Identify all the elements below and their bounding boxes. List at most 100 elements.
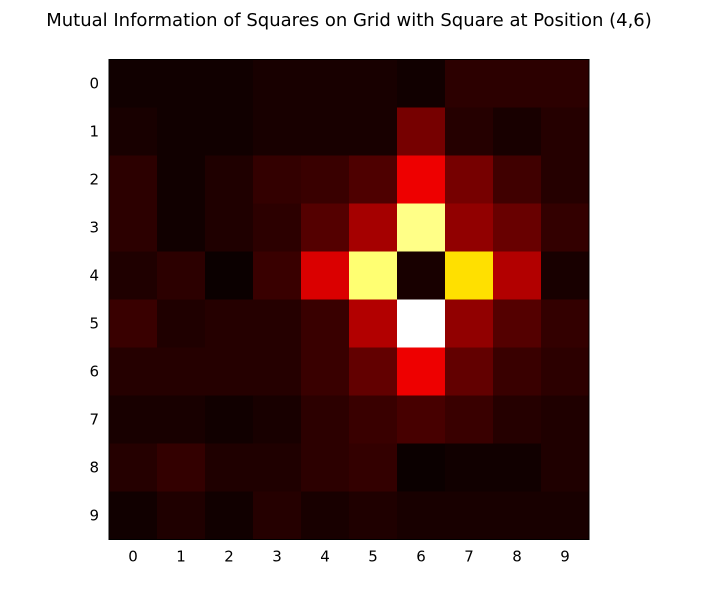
heatmap-cell (253, 443, 302, 492)
heatmap-cells (109, 59, 590, 540)
heatmap-cell (109, 203, 158, 252)
heatmap-cell (445, 155, 494, 204)
x-tick-label: 4 (320, 548, 330, 566)
x-tick-label: 0 (128, 548, 138, 566)
x-tick-label: 6 (416, 548, 426, 566)
heatmap-cell (349, 155, 398, 204)
heatmap-cell (109, 347, 158, 396)
x-tick-label: 1 (176, 548, 186, 566)
heatmap-cell (397, 59, 446, 108)
heatmap-cell (445, 491, 494, 540)
heatmap-cell (541, 107, 590, 156)
heatmap-cell (349, 491, 398, 540)
heatmap-cell (205, 59, 254, 108)
heatmap-cell (109, 299, 158, 348)
y-tick-label: 1 (89, 123, 99, 141)
heatmap-cell (349, 299, 398, 348)
heatmap-cell (253, 251, 302, 300)
heatmap-cell (493, 443, 542, 492)
heatmap-cell (157, 443, 206, 492)
heatmap-cell (541, 251, 590, 300)
y-tick-label: 6 (89, 363, 99, 381)
heatmap-cell (157, 155, 206, 204)
heatmap-cell (205, 347, 254, 396)
heatmap-cell (541, 59, 590, 108)
heatmap-cell (445, 347, 494, 396)
heatmap-cell (493, 299, 542, 348)
heatmap-cell (301, 107, 350, 156)
y-tick-label: 2 (89, 171, 99, 189)
heatmap-cell (541, 347, 590, 396)
heatmap-cell (541, 443, 590, 492)
heatmap-cell (205, 395, 254, 444)
heatmap-cell (157, 59, 206, 108)
y-tick-label: 3 (89, 219, 99, 237)
heatmap-cell (109, 107, 158, 156)
heatmap-cell (301, 203, 350, 252)
heatmap-cell (253, 395, 302, 444)
heatmap-cell (253, 347, 302, 396)
heatmap-cell (397, 299, 446, 348)
heatmap-cell (349, 107, 398, 156)
heatmap-cell (205, 203, 254, 252)
heatmap-cell (397, 107, 446, 156)
heatmap-cell (301, 59, 350, 108)
y-tick-label: 4 (89, 267, 99, 285)
heatmap-cell (541, 203, 590, 252)
x-tick-label: 3 (272, 548, 282, 566)
heatmap-cell (397, 347, 446, 396)
x-tick-label: 8 (512, 548, 522, 566)
heatmap-cell (349, 59, 398, 108)
y-tick-label: 9 (89, 507, 99, 525)
heatmap-cell (205, 155, 254, 204)
heatmap-cell (157, 491, 206, 540)
heatmap-cell (109, 491, 158, 540)
x-tick-label: 9 (560, 548, 570, 566)
heatmap-cell (397, 395, 446, 444)
heatmap-cell (349, 443, 398, 492)
heatmap-cell (157, 203, 206, 252)
heatmap-cell (397, 251, 446, 300)
y-axis: 0 1 2 3 4 5 6 7 8 9 (89, 75, 99, 525)
heatmap-cell (493, 107, 542, 156)
y-tick-label: 8 (89, 459, 99, 477)
heatmap-cell (109, 155, 158, 204)
heatmap-cell (157, 299, 206, 348)
x-tick-label: 5 (368, 548, 378, 566)
heatmap-cell (109, 443, 158, 492)
heatmap-cell (349, 347, 398, 396)
heatmap-cell (445, 107, 494, 156)
heatmap-chart: 0 1 2 3 4 5 6 7 8 9 0 1 2 3 4 5 6 7 8 9 (89, 59, 590, 566)
heatmap-cell (493, 347, 542, 396)
heatmap-cell (445, 251, 494, 300)
heatmap-cell (493, 251, 542, 300)
heatmap-cell (445, 395, 494, 444)
heatmap-cell (301, 251, 350, 300)
heatmap-cell (397, 155, 446, 204)
heatmap-cell (157, 347, 206, 396)
x-tick-label: 2 (224, 548, 234, 566)
heatmap-cell (157, 395, 206, 444)
heatmap-cell (541, 491, 590, 540)
heatmap-cell (541, 395, 590, 444)
heatmap-cell (157, 251, 206, 300)
heatmap-cell (253, 155, 302, 204)
heatmap-cell (301, 299, 350, 348)
heatmap-cell (109, 59, 158, 108)
heatmap-cell (301, 347, 350, 396)
heatmap-cell (205, 443, 254, 492)
heatmap-cell (349, 203, 398, 252)
heatmap-cell (493, 395, 542, 444)
y-tick-label: 0 (89, 75, 99, 93)
heatmap-cell (253, 299, 302, 348)
heatmap-cell (301, 155, 350, 204)
y-tick-label: 5 (89, 315, 99, 333)
heatmap-cell (445, 443, 494, 492)
heatmap-cell (205, 491, 254, 540)
x-tick-label: 7 (464, 548, 474, 566)
heatmap-cell (253, 59, 302, 108)
heatmap-cell (301, 443, 350, 492)
y-tick-label: 7 (89, 411, 99, 429)
heatmap-cell (541, 155, 590, 204)
heatmap-cell (445, 203, 494, 252)
